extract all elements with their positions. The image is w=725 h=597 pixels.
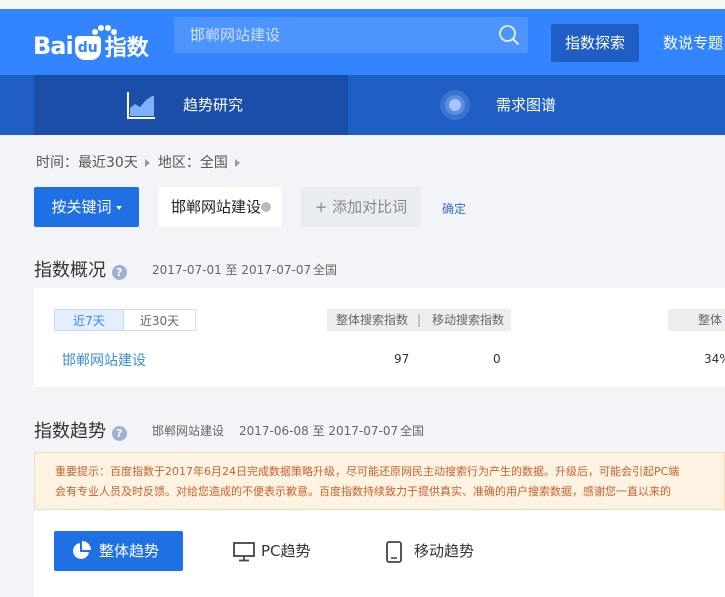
pie-chart-icon bbox=[73, 541, 91, 559]
tab-last-7-days[interactable]: 近7天 bbox=[54, 309, 124, 331]
trend-region: 全国 bbox=[400, 424, 425, 438]
overview-ratio-value: 34% bbox=[704, 352, 725, 366]
overview-title-row: 指数概况 ? bbox=[34, 256, 127, 282]
top-stripe bbox=[0, 0, 725, 9]
tab-overall-trend[interactable]: 整体趋势 bbox=[54, 531, 183, 571]
trend-date-range: 2017-06-08 至 2017-07-07 bbox=[239, 424, 399, 438]
overall-trend-label: 整体趋势 bbox=[99, 542, 160, 560]
col-mobile-search: 移动搜索指数 bbox=[431, 313, 504, 327]
chevron-right-icon bbox=[144, 159, 150, 167]
overview-overall-value: 97 bbox=[394, 352, 410, 366]
trend-title-row: 指数趋势 ? bbox=[34, 417, 127, 443]
overview-date-range: 2017-07-01 至 2017-07-07 bbox=[152, 263, 312, 277]
notice-line-2: 会有专业人员及时反馈。对给您造成的不便表示歉意。百度指数持续致力于提供真实、准确… bbox=[55, 485, 671, 498]
logo-text-du: du bbox=[74, 36, 101, 60]
paw-icon bbox=[92, 25, 117, 35]
notice-line-1: 重要提示：百度指数于2017年6月24日完成数据策略升级，尽可能还原网民主动搜索… bbox=[55, 465, 680, 478]
overview-mobile-value: 0 bbox=[493, 352, 501, 366]
header: Bai du 指数 指数探索 数说专题 bbox=[0, 9, 725, 75]
sub-navigation: 趋势研究 需求图谱 bbox=[0, 75, 725, 135]
trend-chart-icon bbox=[127, 92, 155, 119]
subnav-trend-label[interactable]: 趋势研究 bbox=[183, 75, 243, 135]
logo-text-bai: Bai bbox=[33, 32, 74, 60]
mobile-phone-icon bbox=[386, 540, 402, 563]
overview-region: 全国 bbox=[313, 263, 338, 277]
notice-banner: 重要提示：百度指数于2017年6月24日完成数据策略升级，尽可能还原网民主动搜索… bbox=[34, 452, 725, 510]
explore-button[interactable]: 指数探索 bbox=[551, 24, 639, 62]
overview-keyword-link[interactable]: 邯郸网站建设 bbox=[62, 350, 146, 370]
tab-pc-trend[interactable]: PC趋势 bbox=[233, 531, 311, 571]
search-icon[interactable] bbox=[498, 24, 520, 46]
subnav-demand-label[interactable]: 需求图谱 bbox=[496, 75, 556, 135]
overview-title: 指数概况 bbox=[34, 260, 106, 281]
search-input[interactable] bbox=[190, 17, 490, 53]
trend-title: 指数趋势 bbox=[34, 421, 106, 442]
keyword-mode-label: 按关键词 bbox=[51, 198, 112, 216]
overview-card bbox=[34, 288, 725, 387]
filter-breadcrumb: 时间：最近30天 地区：全国 bbox=[36, 152, 248, 172]
search-box bbox=[174, 17, 528, 53]
caret-down-icon bbox=[115, 205, 122, 210]
mobile-trend-label: 移动趋势 bbox=[414, 542, 475, 560]
chevron-right-icon bbox=[234, 159, 240, 167]
confirm-link[interactable]: 确定 bbox=[442, 200, 466, 217]
col-overall-search: 整体搜索指数 bbox=[335, 313, 408, 327]
keyword-mode-button[interactable]: 按关键词 bbox=[34, 187, 139, 227]
add-compare-button[interactable]: + 添加对比词 bbox=[301, 187, 421, 227]
help-icon[interactable]: ? bbox=[111, 426, 127, 441]
trend-keyword: 邯郸网站建设 bbox=[152, 424, 225, 438]
nav-data-topics[interactable]: 数说专题 bbox=[663, 24, 723, 62]
col-separator: | bbox=[416, 313, 422, 327]
baidu-index-logo[interactable]: Bai du 指数 bbox=[33, 25, 149, 63]
col-overall-ratio: 整体 bbox=[668, 309, 725, 331]
tab-last-30-days[interactable]: 近30天 bbox=[124, 309, 196, 331]
remove-keyword-icon[interactable] bbox=[261, 202, 271, 212]
demand-graph-icon bbox=[440, 90, 470, 120]
monitor-icon bbox=[233, 541, 255, 561]
tab-mobile-trend[interactable]: 移动趋势 bbox=[386, 531, 474, 571]
pc-trend-label: PC趋势 bbox=[261, 542, 311, 560]
time-filter[interactable]: 时间：最近30天 bbox=[36, 155, 138, 171]
region-filter[interactable]: 地区：全国 bbox=[158, 155, 228, 171]
help-icon[interactable]: ? bbox=[111, 265, 127, 280]
